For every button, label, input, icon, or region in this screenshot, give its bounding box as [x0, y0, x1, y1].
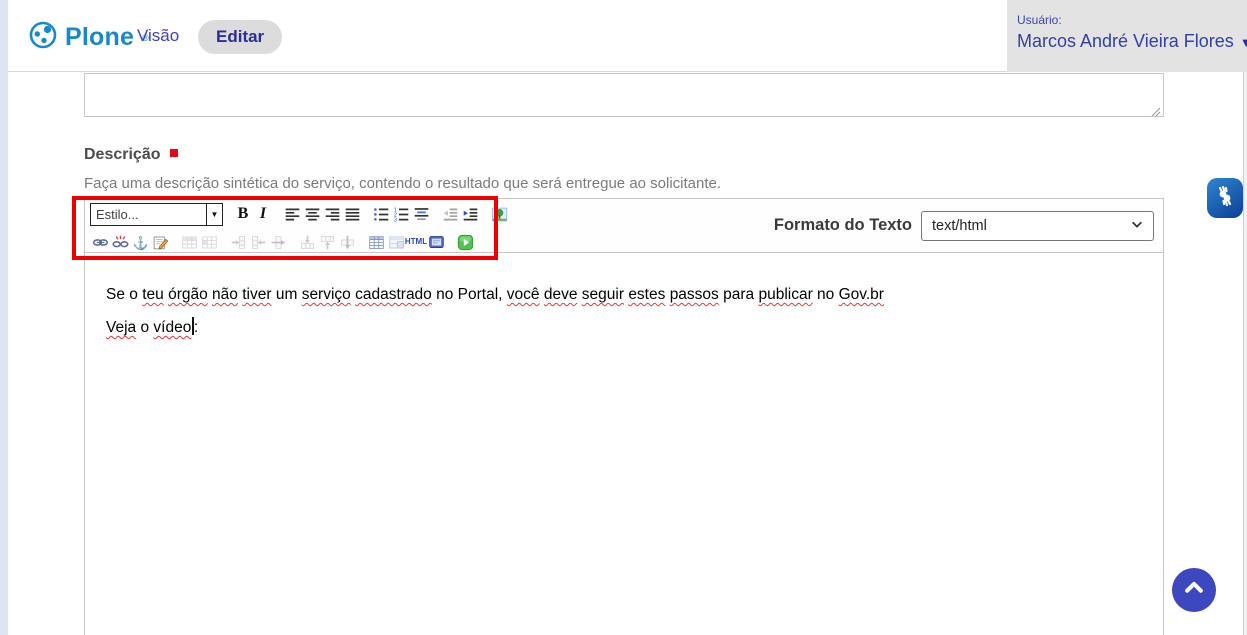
misspelled-word: Veja: [106, 319, 136, 336]
insert-link-button[interactable]: [90, 232, 110, 252]
user-label: Usuário:: [1017, 13, 1247, 27]
misspelled-word: estes: [628, 286, 665, 303]
text-segment: no: [813, 286, 839, 303]
preview-button[interactable]: [455, 232, 475, 252]
bold-button[interactable]: B: [233, 204, 253, 224]
numbered-list-button[interactable]: 123: [391, 204, 411, 224]
text-segment: no Portal,: [432, 286, 507, 303]
delete-row-button: [337, 232, 357, 252]
chevron-down-icon: [1130, 217, 1144, 235]
plone-logo[interactable]: Plone®: [28, 20, 149, 55]
editor-paragraph: Veja o vídeo:: [106, 311, 1143, 344]
chevron-down-icon: ▼: [206, 204, 222, 225]
header: Plone® Visão Editar Usuário: Marcos Andr…: [8, 0, 1247, 72]
table-properties-button[interactable]: [386, 232, 406, 252]
misspelled-word: deve: [544, 286, 578, 303]
vlibras-accessibility-button[interactable]: [1207, 178, 1243, 218]
editor-paragraph: Se o teu órgão não tiver um serviço cada…: [106, 278, 1143, 311]
toolbar-buttons: Estilo... ▼ BI 123 ⚓ HTML: [85, 199, 509, 252]
caret-down-icon: ▼: [1240, 35, 1247, 50]
insert-row-before-button: [297, 232, 317, 252]
edit-image-button[interactable]: [150, 232, 170, 252]
svg-text:3: 3: [393, 217, 396, 222]
page: Plone® Visão Editar Usuário: Marcos Andr…: [0, 0, 1247, 635]
outdent-button: [440, 204, 460, 224]
text-format-group: Formato do Texto text/html: [774, 199, 1163, 252]
tab-visao[interactable]: Visão: [137, 26, 179, 46]
align-right-button[interactable]: [322, 204, 342, 224]
misspelled-word: órgão: [168, 286, 208, 303]
blockquote-button[interactable]: [411, 204, 431, 224]
svg-text:⚓: ⚓: [132, 235, 148, 250]
text-segment: Se o: [106, 286, 142, 303]
editor-toolbar: Estilo... ▼ BI 123 ⚓ HTML Formato do Texto…: [85, 199, 1163, 253]
user-name: Marcos André Vieira Flores▼: [1017, 31, 1247, 52]
insert-column-before-button: [228, 232, 248, 252]
insert-image-button[interactable]: [489, 204, 509, 224]
misspelled-word: teu: [142, 286, 164, 303]
unlink-button[interactable]: [110, 232, 130, 252]
misspelled-word: não: [212, 286, 238, 303]
misspelled-word: vídeo: [153, 319, 191, 336]
back-to-top-button[interactable]: [1172, 568, 1216, 612]
field-textarea[interactable]: [84, 73, 1164, 117]
editor-content[interactable]: Se o teu órgão não tiver um serviço cada…: [85, 253, 1163, 635]
misspelled-word: você: [507, 286, 540, 303]
italic-button[interactable]: I: [253, 204, 273, 224]
field-help-text: Faça uma descrição sintética do serviço,…: [84, 175, 721, 192]
text-segment: para: [719, 286, 759, 303]
misspelled-word: cadastrado: [355, 286, 432, 303]
misspelled-word: tiver: [242, 286, 271, 303]
misspelled-word: serviço: [302, 286, 351, 303]
table-cell-properties-button: [199, 232, 219, 252]
misspelled-word: passos: [670, 286, 719, 303]
logo-text: Plone: [65, 23, 134, 52]
text-segment: :: [194, 319, 198, 336]
text-segment: o: [136, 319, 153, 336]
sign-language-hands-icon: [1213, 184, 1237, 213]
left-gutter: [0, 0, 8, 635]
bullet-list-button[interactable]: [371, 204, 391, 224]
plone-logo-icon: [28, 20, 58, 55]
misspelled-word: publicar: [758, 286, 812, 303]
chevron-up-icon: [1179, 573, 1209, 608]
required-icon: [170, 149, 178, 157]
table-row-properties-button: [179, 232, 199, 252]
html-source-button[interactable]: HTML: [406, 232, 426, 252]
fullscreen-button[interactable]: [426, 232, 446, 252]
text-segment: um: [272, 286, 302, 303]
page-right-border: [1243, 72, 1244, 635]
insert-table-button[interactable]: [366, 232, 386, 252]
misspelled-word: seguir: [582, 286, 624, 303]
indent-button[interactable]: [460, 204, 480, 224]
style-select[interactable]: Estilo... ▼: [90, 203, 223, 226]
insert-row-after-button: [317, 232, 337, 252]
justify-full-button[interactable]: [342, 204, 362, 224]
align-left-button[interactable]: [282, 204, 302, 224]
misspelled-word: Gov.br: [839, 286, 884, 303]
tab-editar[interactable]: Editar: [198, 20, 282, 54]
richtext-editor: Estilo... ▼ BI 123 ⚓ HTML Formato do Texto…: [84, 198, 1164, 635]
text-format-select[interactable]: text/html: [921, 211, 1154, 241]
textarea-resize-handle[interactable]: [1151, 104, 1161, 122]
user-menu[interactable]: Usuário: Marcos André Vieira Flores▼: [1007, 0, 1247, 72]
anchor-button[interactable]: ⚓: [130, 232, 150, 252]
field-label-descricao: Descrição: [84, 146, 178, 164]
text-format-label: Formato do Texto: [774, 216, 912, 235]
insert-column-after-button: [248, 232, 268, 252]
delete-column-button: [268, 232, 288, 252]
align-center-button[interactable]: [302, 204, 322, 224]
